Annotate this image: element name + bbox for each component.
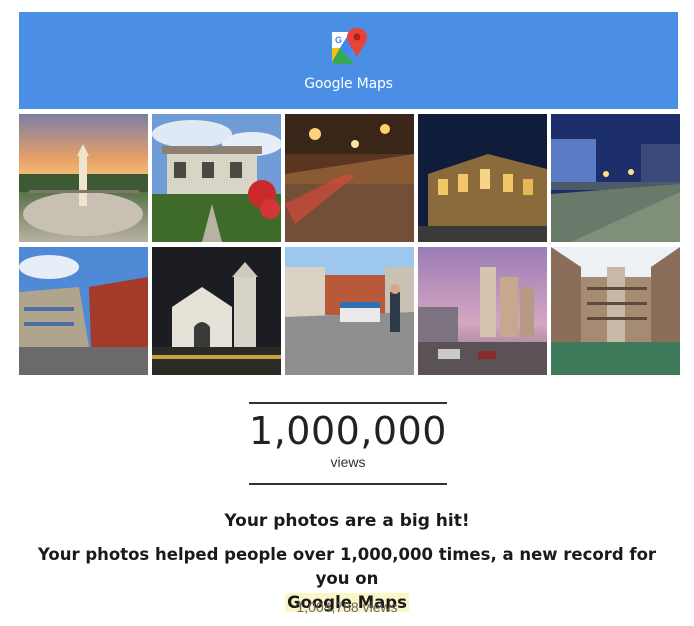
milestone-label: views: [330, 454, 366, 470]
milestone-value: 1,000,000: [249, 409, 447, 453]
photo-street-tricycle[interactable]: [285, 247, 414, 375]
photo-church-night[interactable]: [152, 247, 281, 375]
headline: Your photos are a big hit!: [224, 511, 470, 531]
photo-heritage-house-garden[interactable]: [152, 114, 281, 242]
photo-grid: [19, 114, 680, 376]
photo-night-street-crowd[interactable]: [285, 114, 414, 242]
message-body-text: Your photos helped people over 1,000,000…: [37, 545, 657, 588]
photo-city-street-buildings[interactable]: [19, 247, 148, 375]
photo-skyline-dusk[interactable]: [418, 247, 547, 375]
photo-plaza-monument-sunset[interactable]: [19, 114, 148, 242]
total-views: 1,004,788 views: [296, 599, 398, 615]
svg-text:G: G: [335, 35, 342, 45]
photo-old-building-night[interactable]: [418, 114, 547, 242]
google-maps-logo-icon: G: [332, 28, 367, 64]
photo-courtyard-building[interactable]: [551, 247, 680, 375]
google-maps-logo-text: Google Maps: [304, 76, 393, 92]
photo-modern-plaza-night[interactable]: [551, 114, 680, 242]
google-maps-header: G Google Maps: [19, 12, 678, 109]
views-milestone: 1,000,000 views: [249, 402, 447, 485]
